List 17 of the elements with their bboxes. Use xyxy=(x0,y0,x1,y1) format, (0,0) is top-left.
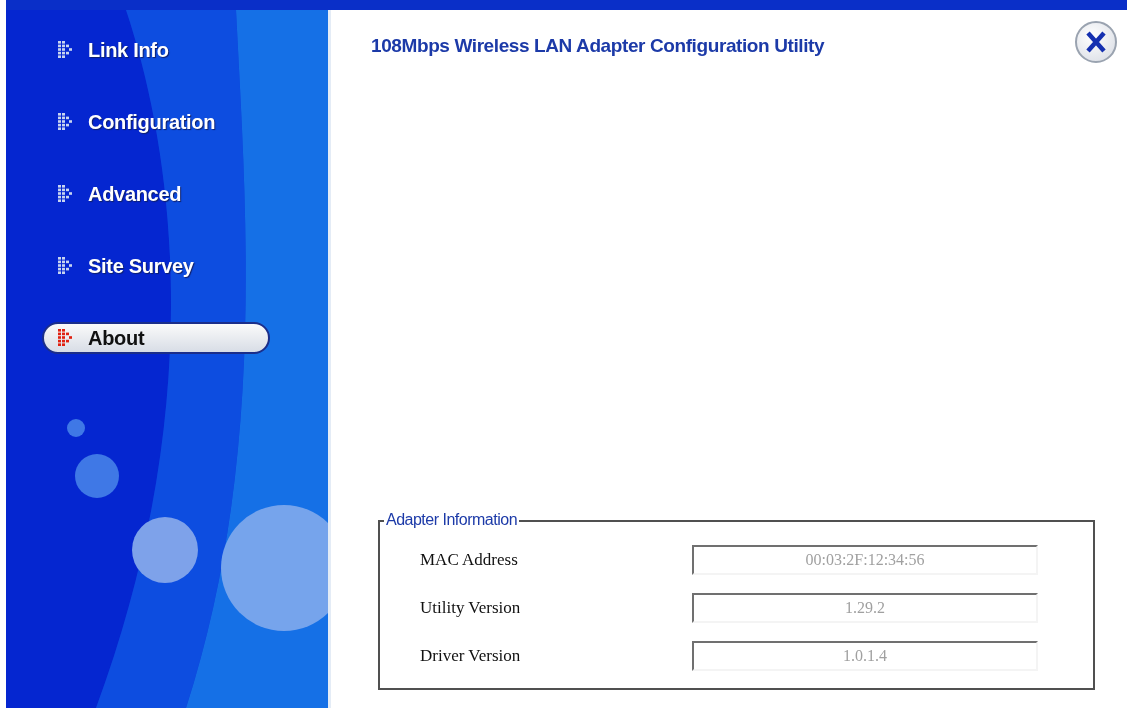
group-title: Adapter Information xyxy=(384,511,520,529)
field-label: MAC Address xyxy=(420,550,519,570)
sidebar-item[interactable]: Site Survey xyxy=(42,250,270,282)
dotted-arrow-icon xyxy=(58,41,72,59)
close-button[interactable] xyxy=(1075,21,1117,63)
sidebar-item[interactable]: Configuration xyxy=(42,106,270,138)
close-icon xyxy=(1086,31,1106,53)
dotted-arrow-icon xyxy=(58,257,72,275)
field-label: Driver Version xyxy=(420,646,522,666)
sidebar-item[interactable]: Link Info xyxy=(42,34,270,66)
sidebar-item[interactable]: Advanced xyxy=(42,178,270,210)
dotted-arrow-icon xyxy=(58,329,72,347)
dotted-arrow-icon xyxy=(58,113,72,131)
dotted-arrow-icon xyxy=(58,185,72,203)
field-label: Utility Version xyxy=(420,598,522,618)
app-title: 108Mbps Wireless LAN Adapter Configuration Utility xyxy=(371,35,825,57)
sidebar-item[interactable]: About xyxy=(42,322,270,354)
